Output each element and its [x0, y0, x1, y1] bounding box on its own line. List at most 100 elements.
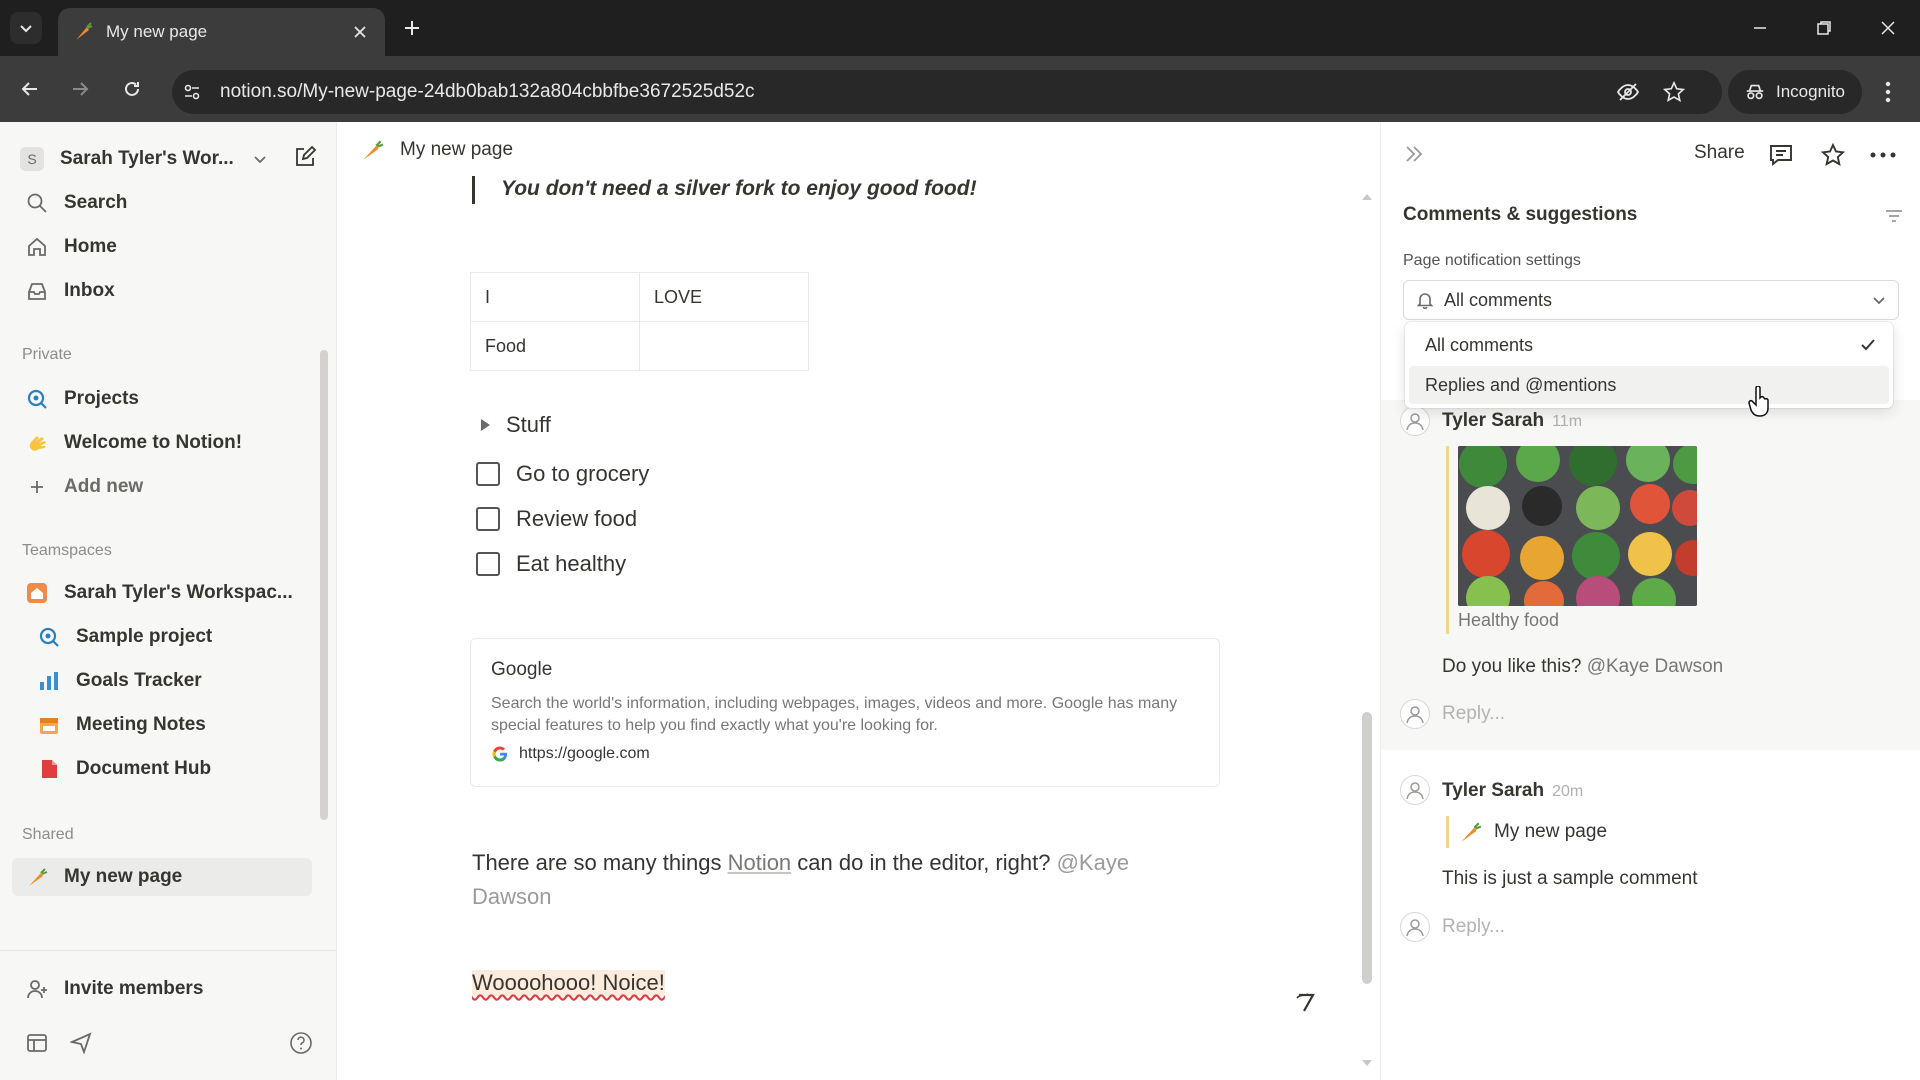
site-info-icon[interactable] — [176, 76, 208, 108]
avatar — [1400, 912, 1430, 942]
toggle-triangle-icon[interactable] — [478, 418, 492, 432]
bookmark-description: Search the world's information, includin… — [491, 695, 1178, 734]
table-cell[interactable]: LOVE — [639, 272, 809, 322]
help-icon[interactable] — [286, 1028, 316, 1058]
google-icon — [492, 746, 507, 762]
incognito-indicator[interactable]: Incognito — [1728, 70, 1862, 114]
scroll-up-arrow[interactable] — [1361, 192, 1373, 202]
sidebar-item-my-new-page[interactable]: My new page — [12, 858, 312, 896]
new-page-button[interactable] — [290, 142, 320, 172]
sidebar-item-add-new[interactable]: Add new — [12, 468, 312, 506]
quote-block[interactable]: You don't need a silver fork to enjoy go… — [472, 176, 977, 204]
bookmark-url-row: https://google.com — [491, 745, 1199, 763]
forward-button[interactable] — [64, 73, 96, 105]
filter-button[interactable] — [1880, 204, 1908, 228]
sidebar-item-goals-tracker[interactable]: Goals Tracker — [12, 662, 312, 700]
workspace-switcher[interactable]: S Sarah Tyler's Wor... — [20, 142, 320, 176]
carrot-icon — [1461, 822, 1482, 842]
tab-search-button[interactable] — [10, 12, 42, 44]
breadcrumb[interactable]: My new page — [360, 138, 513, 162]
sidebar-item-welcome[interactable]: Welcome to Notion! — [12, 424, 312, 462]
close-icon — [1881, 21, 1895, 35]
browser-tab[interactable]: My new page — [58, 8, 385, 56]
collapse-panel-button[interactable] — [1398, 138, 1430, 170]
back-button[interactable] — [14, 73, 46, 105]
highlighted-text[interactable]: Woooohooo! Noice! — [472, 970, 665, 996]
tab-close-icon[interactable] — [349, 21, 371, 43]
plus-icon — [24, 474, 50, 500]
sidebar-scrollbar[interactable] — [320, 350, 328, 820]
scroll-down-arrow[interactable] — [1361, 1058, 1373, 1068]
document-icon — [36, 756, 62, 782]
table-cell[interactable]: Food — [470, 321, 640, 371]
dropdown-option-replies-mentions[interactable]: Replies and @mentions — [1409, 366, 1889, 404]
sidebar-item-search[interactable]: Search — [12, 184, 312, 222]
notion-link[interactable]: Notion — [728, 850, 792, 875]
table-cell[interactable]: I — [470, 272, 640, 322]
favorite-button[interactable] — [1816, 138, 1850, 172]
browser-menu-button[interactable] — [1872, 76, 1904, 108]
reply-input[interactable]: Reply... — [1442, 703, 1505, 725]
chevron-down-icon — [1873, 297, 1885, 305]
text-block[interactable]: There are so many things Notion can do i… — [472, 846, 1192, 914]
dropdown-option-label: Replies and @mentions — [1425, 374, 1617, 395]
page-reference-label: My new page — [1494, 821, 1608, 842]
tab-title: My new page — [106, 22, 208, 41]
sidebar-divider — [0, 950, 337, 951]
invite-members-button[interactable]: Invite members — [12, 970, 312, 1008]
close-window-button[interactable] — [1868, 10, 1908, 46]
sidebar-item-document-hub[interactable]: Document Hub — [12, 750, 312, 788]
teamspace-home-icon — [24, 580, 50, 606]
sidebar-item-label: Document Hub — [76, 758, 212, 779]
shared-section-label: Shared — [22, 826, 74, 843]
projects-icon — [24, 386, 50, 412]
reply-input[interactable]: Reply... — [1442, 916, 1505, 938]
table-cell[interactable] — [639, 321, 809, 371]
sidebar-item-home[interactable]: Home — [12, 228, 312, 266]
toggle-label: Stuff — [506, 412, 551, 437]
url-text[interactable]: notion.so/My-new-page-24db0bab132a804cbb… — [220, 78, 755, 106]
dropdown-option-label: All comments — [1425, 334, 1534, 355]
more-options-button[interactable] — [1866, 138, 1900, 172]
todo-item: Review food — [476, 506, 637, 532]
sidebar-item-meeting-notes[interactable]: Meeting Notes — [12, 706, 312, 744]
more-vertical-icon — [1885, 81, 1891, 103]
sidebar-item-projects[interactable]: Projects — [12, 380, 312, 418]
templates-icon[interactable] — [22, 1028, 52, 1058]
comment-author: Tyler Sarah 20m — [1442, 780, 1583, 802]
todo-checkbox[interactable] — [476, 552, 500, 576]
share-button[interactable]: Share — [1694, 142, 1745, 164]
notification-settings-label: Page notification settings — [1403, 252, 1581, 269]
notification-select-value: All comments — [1444, 289, 1553, 310]
sidebar-item-inbox[interactable]: Inbox — [12, 272, 312, 310]
notification-select[interactable]: All comments — [1403, 280, 1899, 320]
ai-assistant-button[interactable] — [1286, 982, 1326, 1022]
sidebar-item-label: Sarah Tyler's Workspac... — [64, 582, 293, 603]
plus-icon — [405, 21, 419, 35]
user-mention[interactable]: @Kaye Dawson — [1587, 656, 1724, 677]
bookmark-star-icon[interactable] — [1658, 76, 1690, 108]
toggle-block[interactable]: Stuff — [478, 412, 551, 438]
editor-scrollbar[interactable] — [1362, 712, 1372, 984]
todo-checkbox[interactable] — [476, 507, 500, 531]
todo-checkbox[interactable] — [476, 462, 500, 486]
new-tab-button[interactable] — [398, 14, 426, 42]
comment-icon — [1770, 145, 1792, 166]
star-icon — [1821, 143, 1845, 166]
compose-icon — [296, 145, 317, 166]
comments-button[interactable] — [1764, 138, 1798, 172]
sidebar-item-teamspace[interactable]: Sarah Tyler's Workspac... — [12, 574, 312, 612]
chevron-down-icon — [20, 25, 32, 33]
restore-button[interactable] — [1804, 10, 1844, 46]
table-row: I LOVE — [470, 272, 809, 322]
comment-page-reference[interactable]: My new page — [1458, 820, 1607, 844]
dropdown-option-all-comments[interactable]: All comments — [1409, 326, 1889, 364]
send-icon[interactable] — [66, 1028, 96, 1058]
bookmark-card[interactable]: Google Search the world's information, i… — [470, 638, 1220, 787]
food-image[interactable] — [1458, 446, 1697, 606]
sidebar-item-sample-project[interactable]: Sample project — [12, 618, 312, 656]
minimize-button[interactable] — [1740, 10, 1780, 46]
eye-off-icon[interactable] — [1612, 76, 1644, 108]
reload-button[interactable] — [116, 73, 148, 105]
arrow-left-icon — [21, 82, 37, 96]
